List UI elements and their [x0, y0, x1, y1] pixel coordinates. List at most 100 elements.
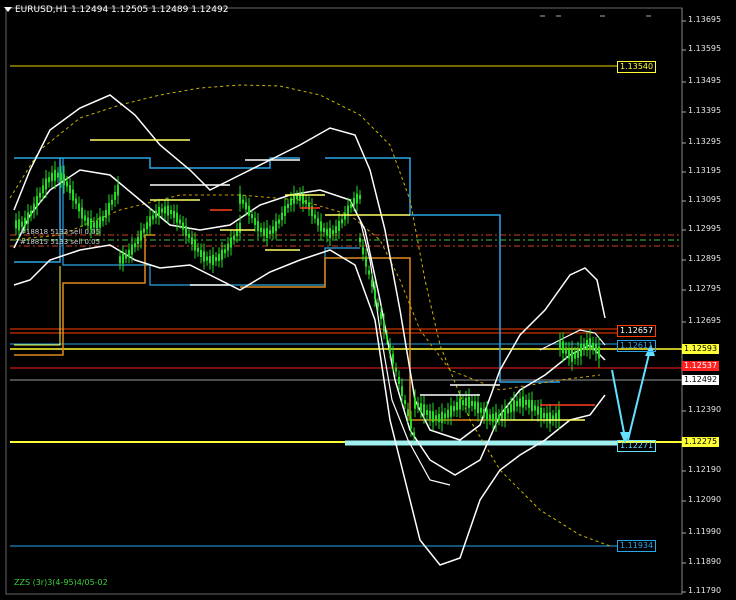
candle — [438, 413, 440, 422]
price-tick: 1.13695 — [688, 15, 722, 24]
level-tag: 1.12275 — [682, 437, 720, 447]
candle — [134, 243, 136, 248]
candle — [30, 210, 32, 216]
candle — [221, 249, 223, 260]
candle — [589, 338, 591, 351]
level-tag: 1.13540 — [617, 61, 657, 73]
candle — [21, 221, 23, 227]
candle — [586, 339, 588, 349]
candle — [81, 207, 83, 219]
candle — [179, 219, 181, 224]
candle — [284, 205, 286, 216]
candle — [218, 253, 220, 261]
candle — [161, 208, 163, 213]
candle — [119, 256, 121, 264]
price-tick: 1.12895 — [688, 254, 722, 263]
order-label-2: #18815 5133 sell 0.05 — [20, 238, 101, 246]
candle — [465, 398, 467, 407]
candle — [516, 401, 518, 407]
candle — [510, 404, 512, 413]
candle — [531, 400, 533, 412]
candle — [164, 206, 166, 214]
candle — [24, 217, 26, 226]
price-tick: 1.13595 — [688, 44, 722, 53]
chart-window[interactable]: EURUSD,H1 1.12494 1.12505 1.12489 1.1249… — [0, 0, 736, 600]
candle — [69, 185, 71, 194]
candle — [350, 203, 352, 208]
candle — [54, 169, 56, 181]
candle — [185, 225, 187, 236]
candle — [155, 210, 157, 218]
current-level-tag: 1.12593 — [682, 344, 720, 354]
price-tick: 1.13395 — [688, 106, 722, 115]
candle — [558, 409, 560, 421]
candle — [212, 254, 214, 265]
candle — [296, 195, 298, 200]
candle — [519, 398, 521, 407]
candle — [335, 226, 337, 234]
price-tick: 1.13195 — [688, 166, 722, 175]
candle — [149, 216, 151, 227]
candle — [105, 209, 107, 218]
candle — [117, 184, 119, 196]
candle — [417, 402, 419, 408]
candle — [432, 411, 434, 423]
price-tick: 1.12090 — [688, 495, 722, 504]
candle — [326, 228, 328, 236]
candle — [580, 344, 582, 357]
candle — [33, 203, 35, 212]
candle — [272, 226, 274, 234]
candle — [598, 346, 600, 359]
candle — [410, 418, 412, 429]
candle — [140, 230, 142, 241]
candle — [137, 237, 139, 245]
price-chart-canvas[interactable] — [0, 0, 736, 600]
candle — [170, 210, 172, 215]
candle — [429, 410, 431, 419]
order-label-1: #18818 5133 sell 0.05 — [20, 228, 101, 236]
candle — [341, 219, 343, 224]
candle — [568, 349, 570, 359]
candle — [456, 402, 458, 411]
candle — [447, 409, 449, 418]
candle — [507, 408, 509, 414]
candle — [263, 228, 265, 236]
candle — [239, 222, 241, 233]
candle — [389, 344, 391, 352]
candle — [492, 413, 494, 422]
candle — [125, 254, 127, 259]
indicator-footer: ZZS (3r)3(4-95)4/05-02 — [14, 578, 108, 587]
candle — [260, 227, 262, 232]
chart-title: EURUSD,H1 1.12494 1.12505 1.12489 1.1249… — [4, 5, 228, 15]
candle — [39, 192, 41, 198]
candle — [435, 415, 437, 421]
candle — [522, 396, 524, 408]
candle — [111, 199, 113, 205]
candle — [377, 302, 379, 307]
level-tag: 1.12271 — [617, 440, 657, 452]
candle — [483, 408, 485, 417]
candle — [257, 221, 259, 232]
level-tag: 1.12537 — [682, 361, 720, 371]
candle — [108, 202, 110, 214]
candle — [128, 249, 130, 257]
candle — [167, 205, 169, 216]
candle — [420, 403, 422, 412]
candle — [114, 192, 116, 201]
candle — [374, 289, 376, 299]
price-tick: 1.12795 — [688, 284, 722, 293]
candle — [344, 212, 346, 220]
candle — [224, 249, 226, 254]
candle — [266, 227, 268, 238]
candle — [362, 247, 364, 255]
price-tick: 1.13095 — [688, 195, 722, 204]
candle — [42, 185, 44, 194]
candle — [57, 172, 59, 178]
candle — [559, 340, 561, 350]
candle — [72, 189, 74, 201]
candle — [540, 407, 542, 419]
candle — [242, 199, 244, 204]
candle — [471, 400, 473, 406]
dropdown-triangle-icon[interactable] — [4, 7, 12, 12]
candle — [45, 178, 47, 190]
